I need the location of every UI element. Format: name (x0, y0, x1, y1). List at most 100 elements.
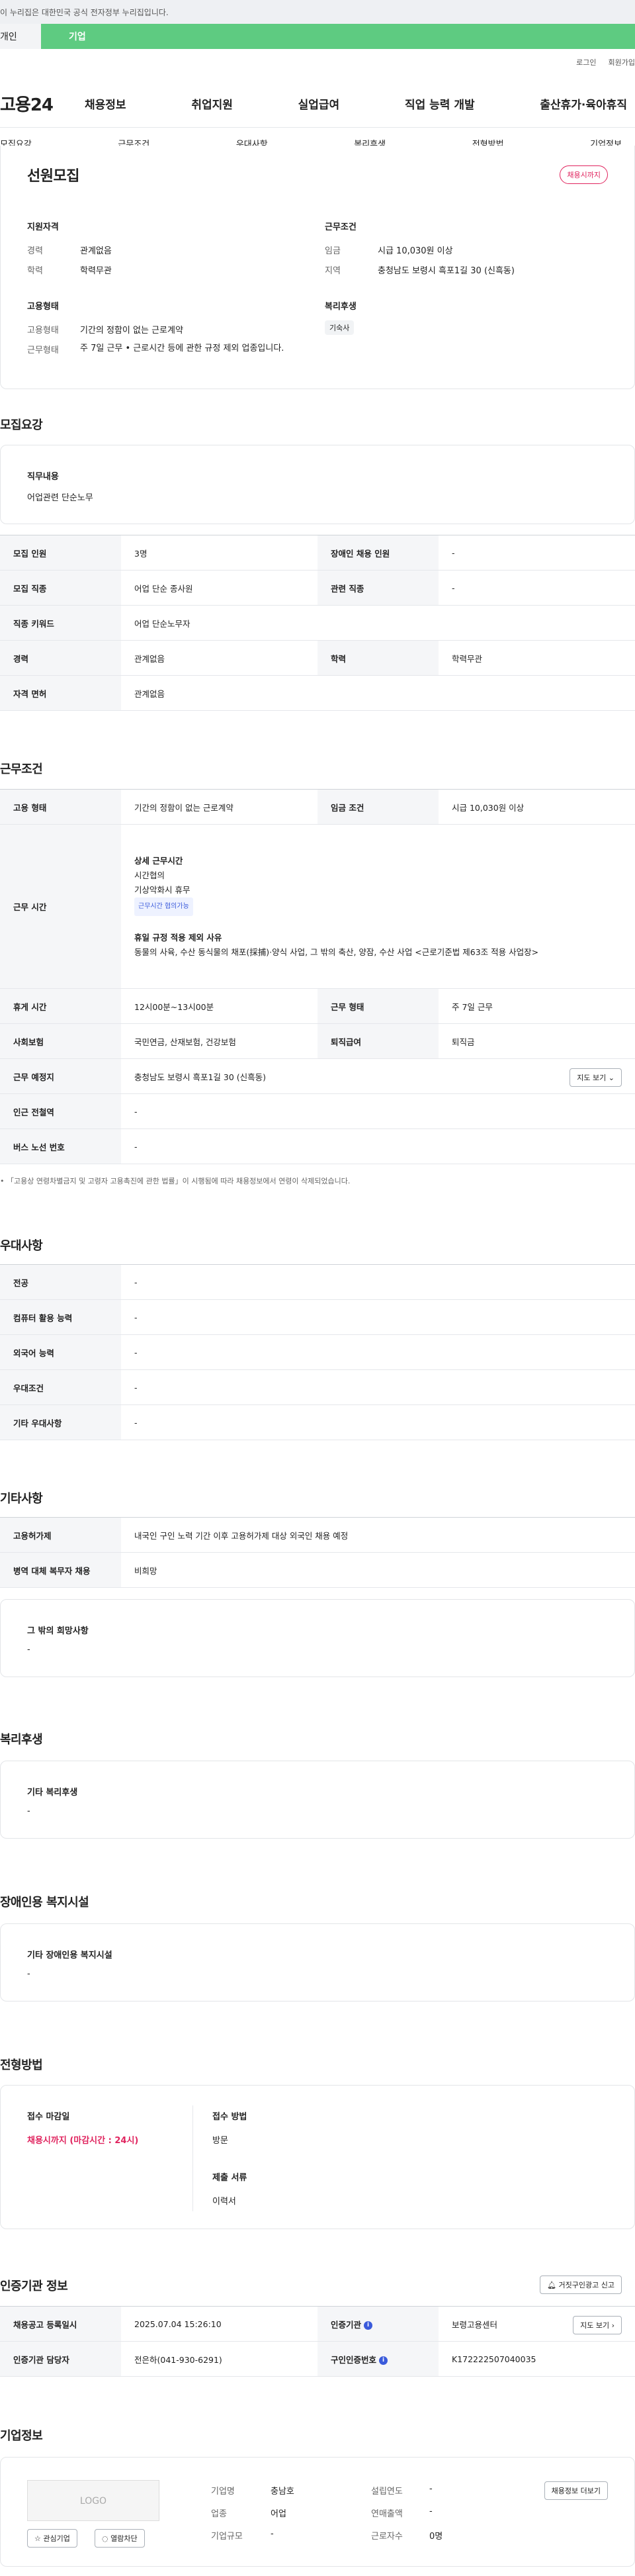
extra-value: - (27, 1645, 30, 1655)
table-row: 병역 대체 복무자 채용 비희망 (0, 1552, 635, 1588)
job-desc-value: 어업관련 단순노무 (27, 493, 93, 503)
more-jobs-button[interactable]: 채용정보 더보기 (544, 2481, 608, 2500)
info-icon[interactable]: i (379, 2356, 388, 2365)
disability-value: - (27, 1969, 30, 1979)
gnb-item-leave[interactable]: 출산휴가·육아휴직 (540, 95, 627, 112)
severance-header: 퇴직급여 (318, 1023, 439, 1059)
deadline-header: 접수 마감일 (27, 2112, 70, 2122)
block-icon: ◌ (102, 2534, 108, 2543)
report-button[interactable]: 🔔︎ 거짓구인광고 신고 (540, 2276, 622, 2294)
workers-value: 0명 (429, 2532, 443, 2542)
emptype-value: 기간의 정함이 없는 근로계약 (80, 326, 183, 336)
chevron-down-icon: ⌄ (608, 1074, 614, 1082)
table-row: 자격 면허 관계없음 (0, 675, 635, 711)
wage-cell: 시급 10,030원 이상 (439, 789, 635, 825)
tab-personal[interactable]: 개인 (0, 24, 41, 49)
size-label: 기업규모 (211, 2532, 243, 2542)
gnb-item-jobs[interactable]: 채용정보 (85, 95, 126, 112)
certno-cell: K172222507040035 (439, 2341, 635, 2377)
related-header: 관련 직종 (318, 570, 439, 606)
block-button-label: 열람차단 (110, 2534, 138, 2543)
report-button-label: 거짓구인광고 신고 (558, 2281, 614, 2289)
hours-cell: 상세 근무시간 시간협의 기상악화시 휴무 근무시간 협의가능 휴일 규정 적용… (121, 824, 635, 989)
site-logo[interactable]: 고용24 (0, 91, 85, 116)
severance-cell: 퇴직금 (439, 1023, 635, 1059)
hours-line1: 시간협의 (134, 870, 165, 880)
section-title-pref: 우대사항 (0, 1239, 43, 1253)
welfare-title: 복리후생 (325, 302, 357, 312)
section-title-work: 근무조건 (0, 762, 43, 776)
method-header: 접수 방법 (212, 2112, 247, 2122)
bus-header: 버스 노선 번호 (0, 1128, 121, 1164)
join-link[interactable]: 회원가입 (609, 57, 635, 68)
table-row: 고용허가제 내국인 구인 노력 기간 이후 고용허가제 대상 외국인 채용 예정 (0, 1517, 635, 1553)
exempt-title: 휴일 규정 적용 제외 사유 (134, 932, 222, 943)
edu-value: 학력무관 (80, 266, 112, 276)
edu-label: 학력 (27, 266, 43, 276)
cert-map-button[interactable]: 지도 보기 › (573, 2316, 622, 2334)
section-title-process: 전형방법 (0, 2058, 43, 2072)
hours-line2: 기상악화시 휴무 (134, 884, 190, 895)
member-type-tabs: 개인 기업 (0, 24, 635, 49)
extra-card: 그 밖의 희망사항 - (0, 1599, 635, 1677)
sales-value: - (429, 2507, 433, 2516)
table-row: 채용공고 등록일시 2025.07.04 15:26:10 인증기관 i 보령고용… (0, 2306, 635, 2342)
deadline-value: 채용시까지 (마감시간 : 24시) (27, 2136, 139, 2146)
founded-value: - (429, 2484, 433, 2494)
cert-map-label: 지도 보기 (580, 2321, 610, 2330)
star-icon: ☆ (34, 2534, 41, 2543)
table-row: 직종 키워드 어업 단순노무자 (0, 605, 635, 641)
break-header: 휴게 시간 (0, 988, 121, 1024)
tab-company[interactable]: 기업 (41, 24, 635, 49)
gnb-menu: 채용정보 취업지원 실업급여 직업 능력 개발 출산휴가·육아휴직 (85, 95, 627, 112)
status-badge: 채용시까지 (560, 165, 608, 184)
age-footnote: • 「고용상 연령차별금지 및 고령자 고용촉진에 관한 법률」이 시행됨에 따… (0, 1177, 351, 1185)
section-title-welfare: 복리후생 (0, 1733, 43, 1747)
pref-table: 전공 - 컴퓨터 활용 능력 - 외국어 능력 - 우대조건 - 기타 우대사항 - (0, 1264, 635, 1440)
gnb-item-unemployment[interactable]: 실업급여 (298, 95, 340, 112)
section-title-disability: 장애인용 복지시설 (0, 1896, 89, 1909)
gnb-item-training[interactable]: 직업 능력 개발 (405, 95, 475, 112)
org-header: 인증기관 i (318, 2306, 439, 2342)
certno-header: 구인인증번호 i (318, 2341, 439, 2377)
util-links: 로그인 회원가입 (576, 57, 635, 68)
table-row: 컴퓨터 활용 능력 - (0, 1299, 635, 1335)
global-nav: 고용24 채용정보 취업지원 실업급여 직업 능력 개발 출산휴가·육아휴직 (0, 91, 635, 116)
section-title-company: 기업정보 (0, 2429, 43, 2443)
job-desc-card: 직무내용 어업관련 단순노무 (0, 445, 635, 524)
extra-title: 그 밖의 희망사항 (27, 1626, 89, 1636)
fav-button[interactable]: ☆ 관심기업 (27, 2529, 77, 2548)
military-header: 병역 대체 복무자 채용 (0, 1552, 121, 1588)
fav-button-label: 관심기업 (43, 2534, 70, 2543)
summary-card: 선원모집 채용시까지 지원자격 경력 관계없음 학력 학력무관 근무조건 임금 … (0, 146, 635, 389)
block-button[interactable]: ◌ 열람차단 (95, 2529, 145, 2548)
other-table: 고용허가제 내국인 구인 노력 기간 이후 고용허가제 대상 외국인 채용 예정 … (0, 1517, 635, 1588)
info-icon[interactable]: i (364, 2321, 373, 2330)
industry-value: 어업 (271, 2509, 286, 2519)
etc-header: 기타 우대사항 (0, 1404, 121, 1440)
manager-header: 인증기관 담당자 (0, 2341, 121, 2377)
docs-value: 이력서 (212, 2197, 236, 2207)
exempt-desc: 동물의 사육, 수산 동식물의 채포(採捕)·양식 사업, 그 밖의 축산, 양… (134, 946, 539, 957)
major-header: 전공 (0, 1264, 121, 1300)
login-link[interactable]: 로그인 (576, 57, 596, 68)
bus-cell: - (121, 1128, 635, 1164)
hours-badge: 근무시간 협의가능 (134, 897, 193, 916)
cond-title: 근무조건 (325, 222, 357, 232)
table-row: 근무 시간 상세 근무시간 시간협의 기상악화시 휴무 근무시간 협의가능 휴일… (0, 824, 635, 989)
disabled-header: 장애인 채용 인원 (318, 535, 439, 571)
reg-header: 채용공고 등록일시 (0, 2306, 121, 2342)
occupation-value: 어업 단순 종사원 (121, 570, 318, 606)
count-value: 3명 (121, 535, 318, 571)
career-cell: 관계없음 (121, 640, 318, 676)
visa-cell: 내국인 구인 노력 기간 이후 고용허가제 대상 외국인 채용 예정 (121, 1517, 635, 1553)
place-header: 근무 예정지 (0, 1058, 121, 1094)
career-value: 관계없음 (80, 246, 112, 256)
subway-cell: - (121, 1093, 635, 1129)
gnb-item-employment-support[interactable]: 취업지원 (191, 95, 233, 112)
method-value: 방문 (212, 2136, 228, 2146)
work-table: 고용 형태 기간의 정함이 없는 근로계약 임금 조건 시급 10,030원 이… (0, 789, 635, 1164)
map-button[interactable]: 지도 보기 ⌄ (570, 1068, 622, 1087)
edu-cell: 학력무관 (439, 640, 635, 676)
welfare-tag: 기숙사 (325, 320, 355, 335)
